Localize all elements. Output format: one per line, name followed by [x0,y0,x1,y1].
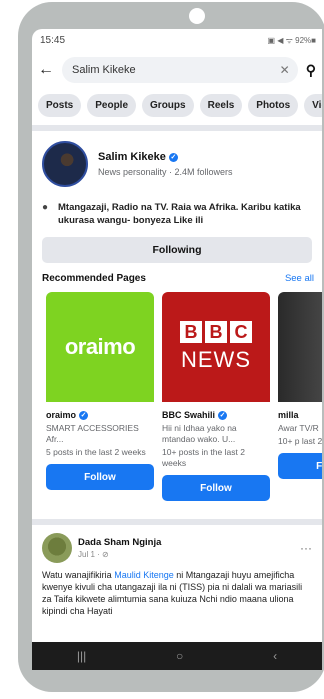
search-input[interactable] [72,64,280,76]
follow-button[interactable]: Follow [278,453,322,479]
avatar[interactable] [42,141,88,187]
card-post-count: 5 posts in the last 2 weeks [46,447,146,458]
card-post-count: 10+ p last 2 [278,436,322,446]
search-bar: ← ✕ ⚲ [32,51,322,89]
recommended-title: Recommended Pages [42,273,146,284]
page-card-third[interactable]: milla Awar TV/R 10+ p last 2 Follow [278,292,322,501]
status-bar: 15:45 ▣ ◀ ᯤ 92%■ [32,29,322,51]
follow-button[interactable]: Follow [162,475,270,502]
more-options-icon[interactable]: ··· [300,541,312,555]
card-name: BBC Swahili [162,410,216,420]
profile-subtitle: News personality · 2.4M followers [98,167,233,177]
follow-button[interactable]: Follow [46,464,154,491]
profile-name[interactable]: Salim Kikeke [98,151,166,163]
post-date: Jul 1 · ⊘ [78,550,109,560]
chip-reels[interactable]: Reels [199,93,243,117]
profile-bio: Mtangazaji, Radio na TV. Raia wa Afrika.… [58,202,301,226]
post-author[interactable]: Dada Sham Nginja [78,537,300,548]
page-photo [278,292,322,402]
chip-people[interactable]: People [87,93,137,117]
verified-icon: ✓ [218,411,228,421]
card-name: milla [278,410,299,420]
card-description: Hii ni Idhaa yako na mtandao wako. U... [162,423,237,445]
back-arrow-icon[interactable]: ← [38,61,56,79]
back-icon[interactable]: ‹ [273,649,277,663]
oraimo-logo: oraimo [46,292,154,402]
app-screen: 15:45 ▣ ◀ ᯤ 92%■ ← ✕ ⚲ Posts People Grou… [32,29,322,670]
post: Dada Sham Nginja Jul 1 · ⊘ ··· Watu wana… [32,525,322,617]
recent-apps-icon[interactable]: ||| [77,649,86,663]
card-name: oraimo [46,410,77,420]
search-icon[interactable]: ⚲ [306,62,316,79]
profile-result: Salim Kikeke ✓ News personality · 2.4M fo… [32,131,322,263]
android-nav-bar: ||| ○ ‹ [32,642,322,670]
card-description: Awar TV/R [278,423,319,433]
verified-icon: ✓ [79,411,89,421]
info-icon: ● [42,202,49,213]
status-icons: ▣ ◀ ᯤ 92%■ [267,35,316,45]
bbc-news-logo: BBC NEWS [162,292,270,402]
verified-icon: ✓ [168,152,178,162]
recommended-header: Recommended Pages See all [32,263,322,284]
chip-videos[interactable]: Vid [304,93,322,117]
search-field[interactable]: ✕ [62,57,298,83]
see-all-link[interactable]: See all [285,273,314,284]
post-text: Watu wanajifikiria Maulid Kitenge ni Mta… [42,570,303,617]
chip-groups[interactable]: Groups [142,93,194,117]
home-icon[interactable]: ○ [176,649,183,663]
recommended-cards: oraimo oraimo ✓ SMART ACCESSORIES Afr... … [32,284,322,502]
camera-icon [189,8,205,24]
post-avatar[interactable] [42,533,72,564]
page-card-oraimo[interactable]: oraimo oraimo ✓ SMART ACCESSORIES Afr... … [46,292,154,501]
status-time: 15:45 [40,34,66,46]
filter-chips: Posts People Groups Reels Photos Vid [32,89,322,121]
page-card-bbc-swahili[interactable]: BBC NEWS BBC Swahili ✓ Hii ni Idhaa yako … [162,292,270,502]
mention-link[interactable]: Maulid Kitenge [114,570,174,580]
chip-photos[interactable]: Photos [248,93,299,117]
following-button[interactable]: Following [42,237,312,263]
clear-icon[interactable]: ✕ [280,63,290,77]
card-post-count: 10+ posts in the last 2 weeks [162,447,245,469]
chip-posts[interactable]: Posts [38,93,82,117]
card-description: SMART ACCESSORIES Afr... [46,423,139,445]
